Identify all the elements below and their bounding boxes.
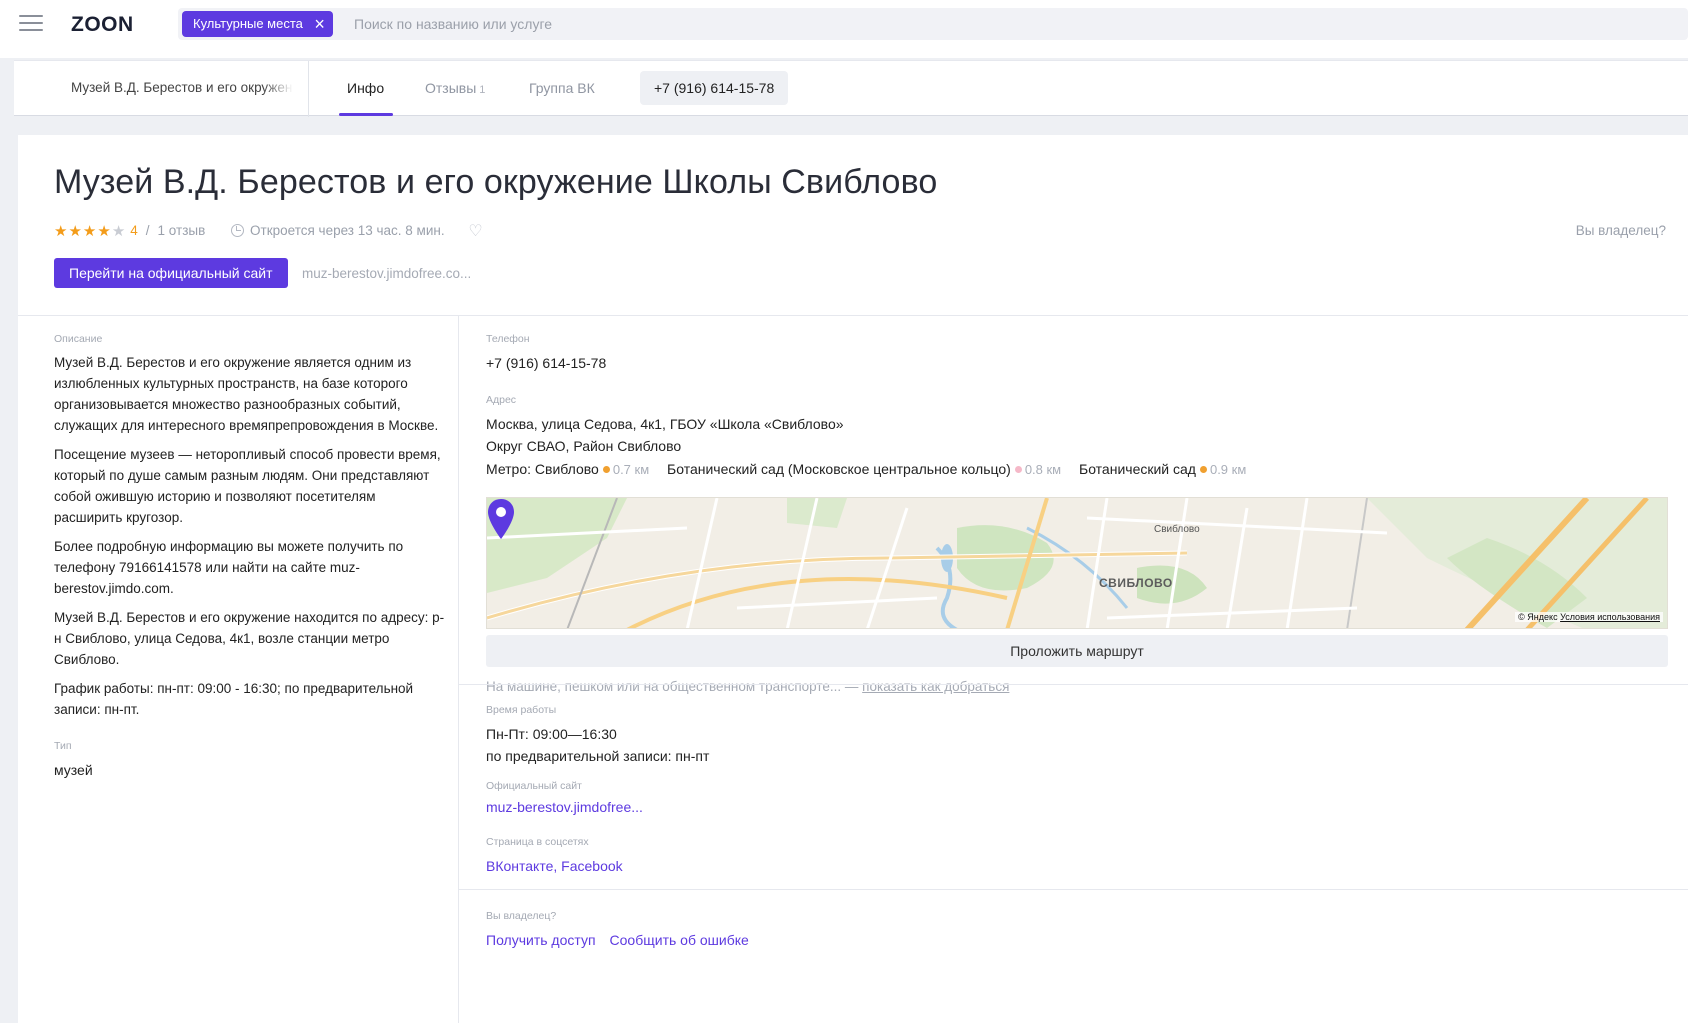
owner-question-link[interactable]: Вы владелец? [1576,223,1666,238]
phone-label: Телефон [486,333,530,345]
description-label: Описание [54,333,103,345]
metro-prefix: Метро: [486,461,532,477]
map-graphic [487,498,1667,628]
report-error-link[interactable]: Сообщить об ошибке [610,932,749,948]
social-section: Страница в соцсетях ВКонтакте, Facebook [486,836,1666,877]
category-chip[interactable]: Культурные места × [182,11,333,37]
active-tab-indicator [339,113,393,116]
divider [458,889,1688,890]
venue-tabs-bar: Музей В.Д. Берестов и его окружение Школ… [14,60,1688,117]
divider [18,315,1688,316]
map-district-label: СВИБЛОВО [1099,576,1173,590]
phone-button[interactable]: +7 (916) 614-15-78 [640,71,789,105]
type-value: музей [54,762,93,778]
metro-line-dot [602,466,610,473]
description-paragraph: Более подробную информацию вы можете пол… [54,539,404,596]
website-link[interactable]: muz-berestov.jimdofree... [486,799,1666,815]
page-title: Музей В.Д. Берестов и его окружение Школ… [54,163,938,201]
close-icon[interactable]: × [314,11,325,37]
tab-info[interactable]: Инфо [347,80,384,96]
metro-station-name: Ботанический сад [1079,461,1196,477]
star-icon: ★ [82,223,98,241]
type-label: Тип [54,740,72,752]
metro-station[interactable]: Ботанический сад 0.9 км [1079,461,1246,477]
website-section: Официальный сайт muz-berestov.jimdofree.… [486,780,1666,815]
rating-stars: ★★★★★ [54,222,126,240]
hours-line: Пн-Пт: 09:00—16:30 [486,726,617,742]
metro-list: Метро: Свиблово 0.7 км Ботанический сад (… [486,461,1688,477]
vk-link[interactable]: ВКонтакте [486,858,553,874]
top-header: ZOON Культурные места × [0,0,1688,58]
metro-station-name: Ботанический сад (Московское центральное… [667,461,1011,477]
map-pin-icon[interactable] [487,498,515,540]
rating-value: 4 [130,223,138,238]
venue-short-title[interactable]: Музей В.Д. Берестов и его окружение Школ… [71,80,293,95]
metro-distance: 0.8 км [1024,462,1062,477]
metro-line-dot [1199,466,1207,473]
social-links: ВКонтакте, Facebook [486,855,1666,877]
address-district: Округ СВАО, Район Свиблово [486,438,682,454]
social-label: Страница в соцсетях [486,836,589,848]
tab-vk-group[interactable]: Группа ВК [529,80,595,96]
category-chip-label: Культурные места [193,16,303,31]
description-paragraph: Музей В.Д. Берестов и его окружение явля… [54,355,439,433]
official-site-button[interactable]: Перейти на официальный сайт [54,258,288,288]
star-icon: ★ [97,223,112,241]
metro-station[interactable]: Свиблово 0.7 км [535,461,649,477]
heart-icon[interactable]: ♡ [468,221,482,241]
description-paragraph: Посещение музеев — неторопливый способ п… [54,447,441,525]
tab-reviews-count: 1 [479,84,486,96]
hours-note: по предварительной записи: пн-пт [486,748,710,764]
rating-separator: / [145,223,150,238]
map-metro-label: Свиблово [1154,524,1200,535]
description-paragraph: График работы: пн-пт: 09:00 - 16:30; по … [54,681,414,717]
star-icon: ★ [68,223,83,241]
get-access-link[interactable]: Получить доступ [486,932,596,948]
social-separator: , [553,858,558,874]
metro-station-name: Свиблово [534,461,599,477]
address-label: Адрес [486,394,517,406]
hours-label: Время работы [486,704,557,716]
phone-value[interactable]: +7 (916) 614-15-78 [486,352,1688,374]
reviews-count-link[interactable]: 1 отзыв [158,223,206,238]
description-column: Описание Музей В.Д. Берестов и его окруж… [54,333,446,781]
build-route-button[interactable]: Проложить маршрут [486,635,1668,667]
tab-divider [308,61,309,117]
yandex-copyright: © Яндекс [1518,612,1558,622]
facebook-link[interactable]: Facebook [561,858,622,874]
tab-reviews[interactable]: Отзывы 1 [425,80,485,96]
venue-meta: ★★★★★ 4/1 отзыв Откроется через 13 час. 8… [54,221,483,241]
column-divider [458,315,459,1023]
menu-icon[interactable] [19,15,43,33]
map-attribution: © Яндекс Условия использования [1515,612,1663,622]
map-terms-link[interactable]: Условия использования [1560,612,1660,622]
star-icon: ★ [54,223,69,241]
description-paragraph: Музей В.Д. Берестов и его окружение нахо… [54,610,445,667]
location-map[interactable]: Свиблово СВИБЛОВО © Яндекс Условия испол… [486,497,1668,629]
divider [458,684,1688,685]
owner-actions: Получить доступ Сообщить об ошибке [486,929,1666,951]
metro-distance: 0.9 км [1209,462,1247,477]
tab-reviews-label: Отзывы [425,80,477,96]
metro-line-dot [1014,466,1022,473]
route-hint: На машине, пешком или на общественном тр… [486,679,1688,694]
contacts-column: Телефон +7 (916) 614-15-78 Адрес Москва,… [486,333,1688,694]
search-input[interactable] [354,8,1054,40]
venue-card: Музей В.Д. Берестов и его окружение Школ… [18,135,1688,1023]
owner-label: Вы владелец? [486,910,557,922]
zoon-logo[interactable]: ZOON [71,13,134,37]
opening-status: Откроется через 13 час. 8 мин. [250,223,445,238]
metro-station[interactable]: Ботанический сад (Московское центральное… [667,461,1061,477]
site-url-text[interactable]: muz-berestov.jimdofree.co... [302,266,471,281]
address-line: Москва, улица Седова, 4к1, ГБОУ «Школа «… [486,416,844,432]
clock-icon [231,224,245,237]
show-directions-link[interactable]: показать как добраться [862,679,1009,694]
search-bar: Культурные места × [178,8,1688,40]
star-empty-icon: ★ [111,223,127,241]
route-hint-text: На машине, пешком или на общественном тр… [486,679,859,694]
owner-section: Вы владелец? Получить доступ Сообщить об … [486,910,1666,951]
hours-section: Время работы Пн-Пт: 09:00—16:30 по предв… [486,704,1666,767]
metro-distance: 0.7 км [612,462,650,477]
website-label: Официальный сайт [486,780,582,792]
